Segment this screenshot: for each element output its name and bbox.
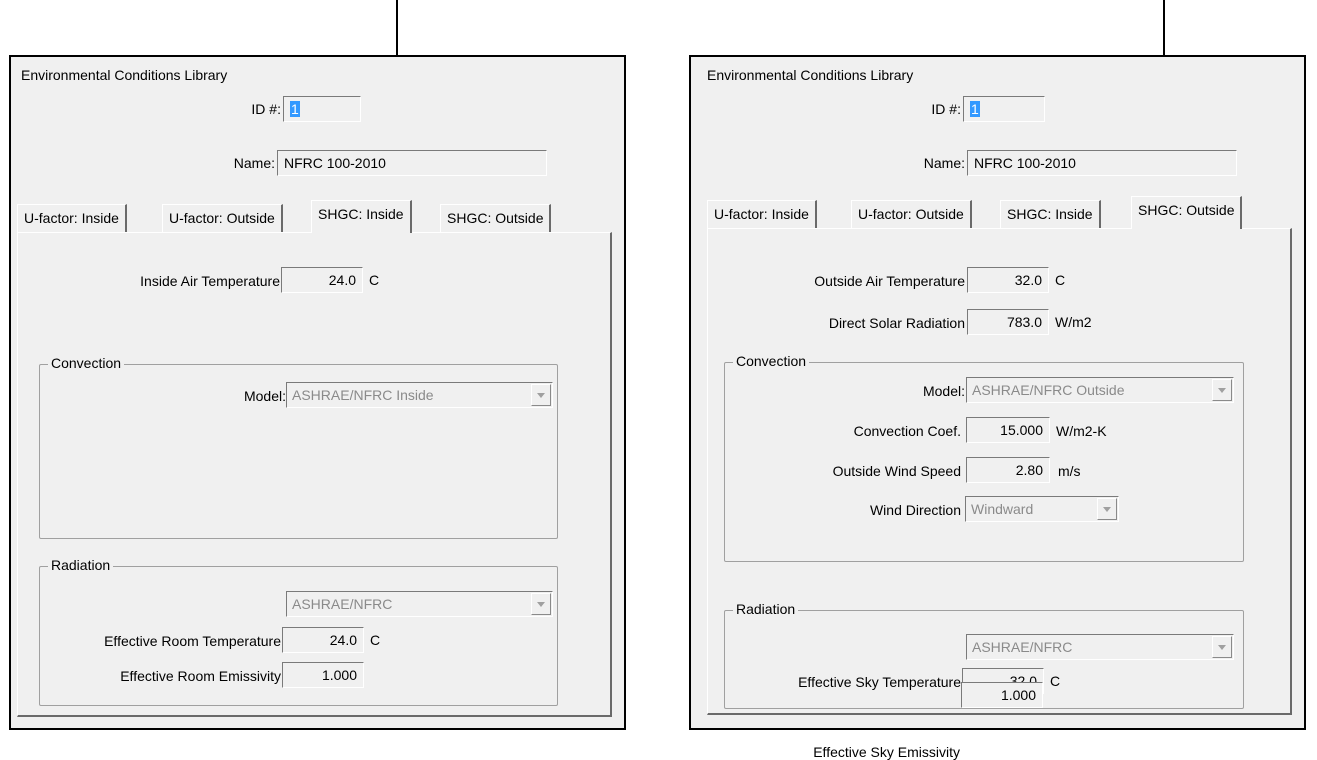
id-field[interactable]: 1 — [963, 96, 1045, 122]
convection-group-title: Convection — [733, 353, 810, 369]
tab-content: Outside Air Temperature 32.0 C Direct So… — [707, 228, 1292, 760]
chevron-down-icon[interactable] — [531, 593, 551, 615]
outside-air-temp-label: Outside Air Temperature — [814, 273, 965, 289]
convection-group-title: Convection — [48, 355, 125, 371]
direct-solar-unit: W/m2 — [1055, 314, 1092, 330]
convection-model-value: ASHRAE/NFRC Outside — [972, 382, 1125, 398]
convection-coef-label: Convection Coef. — [853, 423, 961, 439]
effective-sky-temp-label: Effective Sky Temperature — [798, 674, 961, 690]
radiation-group: Radiation ASHRAE/NFRC Effective Room Tem… — [39, 557, 558, 706]
effective-sky-emissivity-field[interactable]: 1.000 — [961, 682, 1043, 708]
radiation-model-select[interactable]: ASHRAE/NFRC — [286, 591, 553, 617]
name-field[interactable]: NFRC 100-2010 — [277, 150, 547, 176]
id-label: ID #: — [251, 101, 281, 117]
effective-room-temp-label: Effective Room Temperature — [104, 633, 281, 649]
chevron-down-icon[interactable] — [531, 384, 551, 406]
effective-room-temp-unit: C — [370, 632, 381, 648]
convection-coef-field[interactable]: 15.000 — [966, 417, 1050, 443]
convection-model-select[interactable]: ASHRAE/NFRC Outside — [966, 377, 1234, 403]
right-panel: Environmental Conditions Library ID #: 1… — [689, 55, 1306, 760]
wind-direction-label: Wind Direction — [869, 502, 961, 518]
convection-group: Convection Model: ASHRAE/NFRC Outside Co… — [724, 353, 1244, 562]
name-field[interactable]: NFRC 100-2010 — [967, 150, 1237, 176]
tab-shgc-inside[interactable]: SHGC: Inside — [1000, 200, 1101, 229]
effective-room-emissivity-field[interactable]: 1.000 — [282, 662, 364, 688]
convection-model-select[interactable]: ASHRAE/NFRC Inside — [286, 382, 553, 408]
chevron-down-icon[interactable] — [1097, 498, 1117, 520]
convection-coef-unit: W/m2-K — [1056, 423, 1107, 439]
id-value: 1 — [290, 101, 300, 117]
effective-sky-temp-unit: C — [1050, 673, 1061, 689]
convection-model-label: Model: — [243, 388, 286, 404]
tab-u-factor-outside[interactable]: U-factor: Outside — [851, 200, 972, 229]
tab-shgc-outside[interactable]: SHGC: Outside — [1131, 196, 1243, 229]
panel-title: Environmental Conditions Library — [707, 67, 914, 83]
effective-room-emissivity-label: Effective Room Emissivity — [120, 668, 281, 684]
wind-direction-value: Windward — [971, 501, 1034, 517]
radiation-group-title: Radiation — [733, 601, 799, 617]
outside-air-temp-unit: C — [1055, 272, 1066, 288]
outside-wind-speed-unit: m/s — [1058, 463, 1081, 479]
chevron-down-icon[interactable] — [1212, 636, 1232, 658]
tab-u-factor-outside[interactable]: U-factor: Outside — [162, 204, 283, 233]
panel-title: Environmental Conditions Library — [21, 67, 228, 83]
tab-shgc-outside[interactable]: SHGC: Outside — [440, 204, 552, 233]
tab-shgc-inside[interactable]: SHGC: Inside — [311, 200, 412, 233]
convection-group: Convection Model: ASHRAE/NFRC Inside — [39, 355, 558, 539]
tab-u-factor-inside[interactable]: U-factor: Inside — [17, 204, 127, 233]
inside-air-temp-unit: C — [369, 272, 380, 288]
convection-model-label: Model: — [922, 383, 965, 399]
effective-sky-emissivity-label: Effective Sky Emissivity — [813, 744, 960, 760]
outside-wind-speed-label: Outside Wind Speed — [832, 463, 961, 479]
id-value: 1 — [970, 101, 980, 117]
left-panel: Environmental Conditions Library ID #: 1… — [9, 55, 626, 730]
radiation-model-select[interactable]: ASHRAE/NFRC — [966, 634, 1234, 660]
tab-content: Inside Air Temperature 24.0 C Convection… — [17, 232, 612, 717]
tab-u-factor-inside[interactable]: U-factor: Inside — [707, 200, 817, 229]
name-label: Name: — [233, 155, 275, 171]
wind-direction-select[interactable]: Windward — [965, 496, 1119, 522]
effective-room-temp-field[interactable]: 24.0 — [282, 627, 364, 653]
id-field[interactable]: 1 — [283, 96, 361, 122]
chevron-down-icon[interactable] — [1212, 379, 1232, 401]
name-label: Name: — [923, 155, 965, 171]
id-label: ID #: — [931, 101, 961, 117]
outside-wind-speed-field[interactable]: 2.80 — [966, 457, 1050, 483]
radiation-model-value: ASHRAE/NFRC — [972, 639, 1073, 655]
inside-air-temp-field[interactable]: 24.0 — [281, 267, 363, 293]
radiation-model-value: ASHRAE/NFRC — [292, 596, 393, 612]
convection-model-value: ASHRAE/NFRC Inside — [292, 387, 434, 403]
radiation-group-title: Radiation — [48, 557, 114, 573]
direct-solar-label: Direct Solar Radiation — [828, 315, 965, 331]
inside-air-temp-label: Inside Air Temperature — [140, 273, 280, 289]
outside-air-temp-field[interactable]: 32.0 — [967, 267, 1049, 293]
direct-solar-field[interactable]: 783.0 — [967, 309, 1049, 335]
